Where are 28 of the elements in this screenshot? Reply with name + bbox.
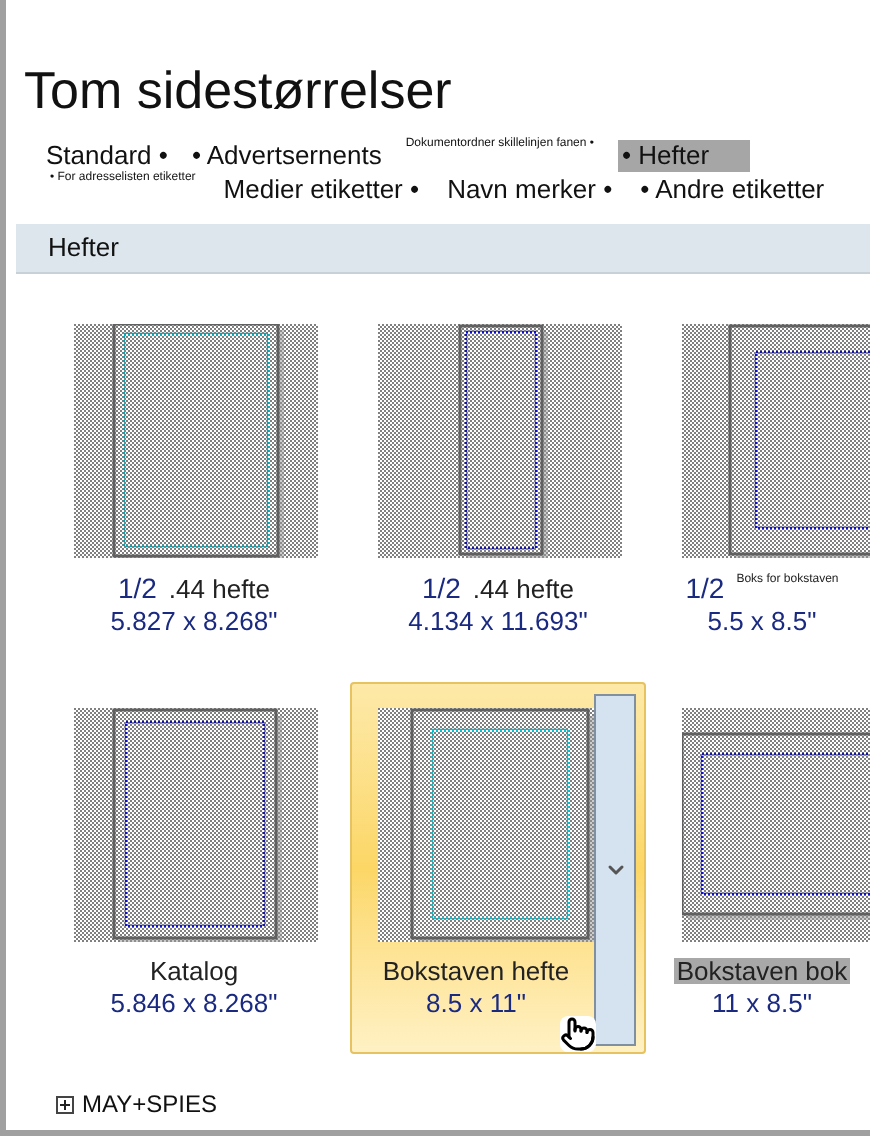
category-link[interactable]: Standard • xyxy=(46,139,168,172)
page-size: 5.827 x 8.268" xyxy=(110,606,278,638)
page-size: 4.134 x 11.693" xyxy=(408,606,588,638)
page-size: 5.846 x 8.268" xyxy=(110,988,278,1020)
section-title: Hefter xyxy=(48,230,119,267)
template-item[interactable]: 1/2 .44 hefte 4.134 x 11.693" xyxy=(350,298,646,670)
fraction-label: 1/2 xyxy=(117,574,157,602)
fraction-label: 1/2 xyxy=(421,574,461,602)
template-name: .44 hefte xyxy=(472,576,575,602)
template-name: Bokstaven bok xyxy=(674,958,850,984)
category-link[interactable]: • Hefter xyxy=(617,139,750,172)
page-size: 11 x 8.5" xyxy=(712,988,812,1020)
category-link[interactable]: Navn merker • xyxy=(447,173,613,206)
template-item[interactable]: Katalog 5.846 x 8.268" xyxy=(46,682,342,1054)
template-name: Katalog xyxy=(149,958,239,984)
category-link[interactable]: • Advertsernents xyxy=(191,139,382,172)
template-name: .44 hefte xyxy=(168,576,271,602)
template-item[interactable]: 1/2 .44 hefte 5.827 x 8.268" xyxy=(46,298,342,670)
template-name: Bokstaven hefte xyxy=(382,958,570,984)
category-link[interactable]: Medier etiketter • xyxy=(223,173,420,206)
page-title: Tom sidestørrelser xyxy=(24,64,454,116)
page-size: 5.5 x 8.5" xyxy=(707,606,817,638)
template-item[interactable]: Bokstaven bok 11 x 8.5" xyxy=(654,682,870,1054)
selected-template-item[interactable]: Bokstaven hefte 8.5 x 11" xyxy=(350,682,646,1054)
group-label: MAY+SPIES xyxy=(82,1088,217,1122)
page-size: 8.5 x 11" xyxy=(426,988,526,1020)
fraction-label: 1/2 xyxy=(685,574,725,602)
category-link[interactable]: • Andre etiketter xyxy=(640,173,825,206)
